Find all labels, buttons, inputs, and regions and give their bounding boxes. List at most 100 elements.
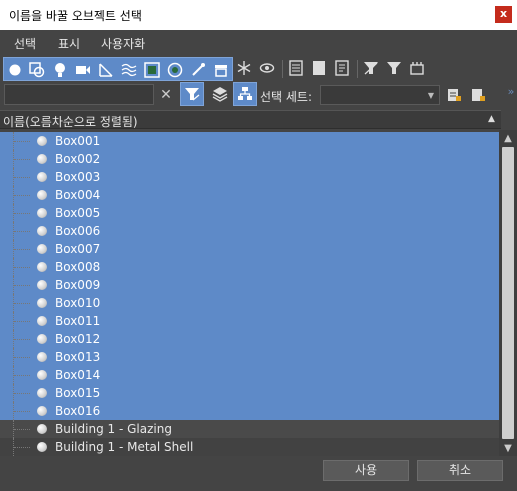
object-sphere-icon xyxy=(37,388,47,398)
apply-button[interactable]: 사용 xyxy=(323,460,409,481)
invert-display-icon[interactable] xyxy=(334,60,350,76)
search-input[interactable] xyxy=(4,84,154,105)
list-item[interactable]: Box004 xyxy=(0,186,499,204)
spacewarps-icon[interactable] xyxy=(121,62,137,78)
filter-icon[interactable] xyxy=(386,60,402,76)
menu-customize[interactable]: 사용자화 xyxy=(101,35,145,52)
list-item[interactable]: Box014 xyxy=(0,366,499,384)
tree-connector xyxy=(13,402,33,420)
list-item-name: Box013 xyxy=(55,350,101,364)
list-item[interactable]: Box006 xyxy=(0,222,499,240)
cancel-button[interactable]: 취소 xyxy=(417,460,503,481)
sort-ascending-icon[interactable]: ▲ xyxy=(488,114,495,124)
hierarchy-toggle-button[interactable] xyxy=(233,82,257,106)
layers-icon[interactable] xyxy=(212,86,228,102)
title-bar: 이름을 바꿀 오브젝트 선택 x xyxy=(0,0,517,30)
object-sphere-icon xyxy=(37,334,47,344)
toolbar-separator xyxy=(357,60,358,78)
type-filter-group xyxy=(3,57,233,81)
tree-connector xyxy=(13,366,33,384)
list-item[interactable]: Box002 xyxy=(0,150,499,168)
bones-icon[interactable] xyxy=(190,62,206,78)
list-item[interactable]: Box008 xyxy=(0,258,499,276)
chevron-down-icon: ▼ xyxy=(427,91,434,100)
object-list[interactable]: Box001 Box002 Box003 Box004 Box005 Box006 Box0… xyxy=(0,130,499,456)
object-sphere-icon xyxy=(37,136,47,146)
scroll-up-icon[interactable]: ▲ xyxy=(499,130,517,146)
list-item[interactable]: Building 1 - Metal Shell xyxy=(0,438,499,456)
helpers-icon[interactable] xyxy=(98,62,114,78)
tree-connector xyxy=(13,240,33,258)
list-item-name: Box008 xyxy=(55,260,101,274)
filter-toggle-button[interactable] xyxy=(180,82,204,106)
object-sphere-icon xyxy=(37,352,47,362)
object-sphere-icon xyxy=(37,316,47,326)
filter-options-icon[interactable] xyxy=(363,60,379,76)
tree-connector xyxy=(13,258,33,276)
edit-named-selection-icon[interactable] xyxy=(446,87,462,103)
object-sphere-icon xyxy=(37,154,47,164)
display-all-icon[interactable] xyxy=(288,60,304,76)
list-item[interactable]: Box011 xyxy=(0,312,499,330)
tree-connector xyxy=(13,186,33,204)
search-toolbar: ✕ 선택 세트: ▼ » xyxy=(0,82,517,108)
expand-icon[interactable]: » xyxy=(503,83,517,99)
window-title: 이름을 바꿀 오브젝트 선택 xyxy=(9,9,142,23)
list-item[interactable]: Box012 xyxy=(0,330,499,348)
display-none-icon[interactable] xyxy=(311,60,327,76)
list-item[interactable]: Box016 xyxy=(0,402,499,420)
tree-connector xyxy=(13,132,33,150)
geometry-icon[interactable] xyxy=(7,62,23,78)
tree-connector xyxy=(13,312,33,330)
scrollbar-thumb[interactable] xyxy=(502,147,514,439)
object-sphere-icon xyxy=(37,208,47,218)
list-item[interactable]: Box009 xyxy=(0,276,499,294)
object-sphere-icon xyxy=(37,424,47,434)
select-dependents-icon[interactable] xyxy=(409,60,425,76)
clear-search-icon[interactable]: ✕ xyxy=(158,87,174,103)
tree-connector xyxy=(13,294,33,312)
eye-icon[interactable] xyxy=(259,60,275,76)
create-selection-set-icon[interactable] xyxy=(470,87,486,103)
list-item-name: Box014 xyxy=(55,368,101,382)
column-header-label[interactable]: 이름(오름차순으로 정렬됨) xyxy=(3,113,138,130)
tree-connector xyxy=(13,330,33,348)
tree-connector xyxy=(13,222,33,240)
list-item[interactable]: Box013 xyxy=(0,348,499,366)
list-item-name: Box006 xyxy=(55,224,101,238)
list-item-name: Box009 xyxy=(55,278,101,292)
list-item[interactable]: Box010 xyxy=(0,294,499,312)
list-item[interactable]: Box015 xyxy=(0,384,499,402)
cameras-icon[interactable] xyxy=(75,62,91,78)
containers-icon[interactable] xyxy=(213,62,229,78)
list-item-name: Box003 xyxy=(55,170,101,184)
vertical-scrollbar[interactable]: ▲ ▼ xyxy=(499,130,517,456)
object-sphere-icon xyxy=(37,262,47,272)
list-item-name: Box005 xyxy=(55,206,101,220)
object-sphere-icon xyxy=(37,370,47,380)
lights-icon[interactable] xyxy=(52,62,68,78)
object-sphere-icon xyxy=(37,172,47,182)
selection-set-dropdown[interactable]: ▼ xyxy=(320,85,440,105)
list-item-name: Building 1 - Glazing xyxy=(55,422,172,436)
menu-display[interactable]: 표시 xyxy=(58,35,80,52)
list-item[interactable]: Box003 xyxy=(0,168,499,186)
tree-connector xyxy=(13,384,33,402)
scroll-down-icon[interactable]: ▼ xyxy=(499,440,517,456)
list-item[interactable]: Box001 xyxy=(0,132,499,150)
list-item[interactable]: Building 1 - Glazing xyxy=(0,420,499,438)
tree-connector xyxy=(13,168,33,186)
column-header[interactable]: 이름(오름차순으로 정렬됨) ▲ xyxy=(0,110,501,129)
menu-select[interactable]: 선택 xyxy=(14,35,36,52)
tree-connector xyxy=(13,204,33,222)
groups-icon[interactable] xyxy=(144,62,160,78)
list-item-name: Box007 xyxy=(55,242,101,256)
xrefs-icon[interactable] xyxy=(167,62,183,78)
close-button[interactable]: x xyxy=(495,6,512,23)
list-item[interactable]: Box007 xyxy=(0,240,499,258)
list-item[interactable]: Box005 xyxy=(0,204,499,222)
snowflake-icon[interactable] xyxy=(236,60,252,76)
shapes-icon[interactable] xyxy=(29,62,45,78)
dialog-footer: 사용 취소 xyxy=(0,456,517,491)
object-sphere-icon xyxy=(37,190,47,200)
